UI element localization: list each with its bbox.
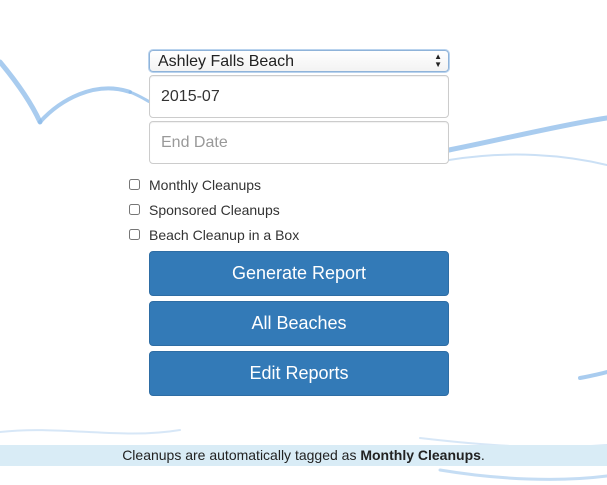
- checkbox-row-monthly-cleanups[interactable]: Monthly Cleanups: [128, 172, 299, 197]
- beach-select[interactable]: Ashley Falls Beach ▲ ▼: [149, 50, 449, 72]
- checkbox-label: Sponsored Cleanups: [149, 201, 280, 218]
- footer-text: Cleanups are automatically tagged as: [122, 447, 361, 463]
- page: Ashley Falls Beach ▲▼ Monthly Cleanups S…: [0, 0, 607, 485]
- footer-period: .: [480, 447, 485, 463]
- all-beaches-button[interactable]: All Beaches: [149, 301, 449, 346]
- end-date-input[interactable]: [149, 121, 449, 164]
- start-date-input[interactable]: [149, 75, 449, 118]
- checkbox-label: Monthly Cleanups: [149, 176, 262, 193]
- edit-reports-button[interactable]: Edit Reports: [149, 351, 449, 396]
- sponsored-cleanups-checkbox[interactable]: [129, 204, 140, 215]
- footer-note: Cleanups are automatically tagged as Mon…: [0, 445, 607, 466]
- checkbox-row-beach-cleanup-in-a-box[interactable]: Beach Cleanup in a Box: [128, 222, 299, 247]
- action-buttons: Generate Report All Beaches Edit Reports: [149, 251, 449, 401]
- checkbox-label: Beach Cleanup in a Box: [149, 226, 300, 243]
- monthly-cleanups-checkbox[interactable]: [129, 179, 140, 190]
- footer-emphasis: Monthly Cleanups: [360, 447, 481, 463]
- report-form: Ashley Falls Beach ▲ ▼: [149, 50, 449, 164]
- checkbox-row-sponsored-cleanups[interactable]: Sponsored Cleanups: [128, 197, 299, 222]
- cleanup-type-checkboxes: Monthly Cleanups Sponsored Cleanups Beac…: [128, 172, 299, 247]
- beach-cleanup-in-a-box-checkbox[interactable]: [129, 229, 140, 240]
- generate-report-button[interactable]: Generate Report: [149, 251, 449, 296]
- select-arrows-icon: ▲ ▼: [434, 52, 442, 69]
- beach-select-value: Ashley Falls Beach: [158, 53, 295, 70]
